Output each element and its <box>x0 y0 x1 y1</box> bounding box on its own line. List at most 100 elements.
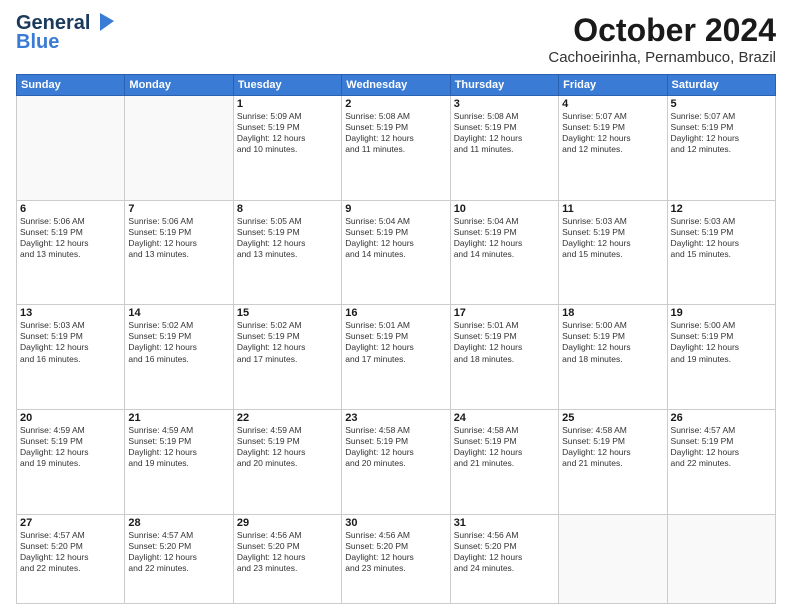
day-number: 31 <box>454 517 555 529</box>
day-number: 29 <box>237 517 338 529</box>
day-detail: Sunrise: 5:07 AM Sunset: 5:19 PM Dayligh… <box>671 111 772 155</box>
day-header-thursday: Thursday <box>450 75 558 96</box>
calendar-week-1: 1Sunrise: 5:09 AM Sunset: 5:19 PM Daylig… <box>17 96 776 201</box>
day-detail: Sunrise: 4:56 AM Sunset: 5:20 PM Dayligh… <box>454 530 555 574</box>
day-number: 7 <box>128 203 229 215</box>
day-detail: Sunrise: 4:56 AM Sunset: 5:20 PM Dayligh… <box>237 530 338 574</box>
calendar-cell: 11Sunrise: 5:03 AM Sunset: 5:19 PM Dayli… <box>559 200 667 305</box>
day-detail: Sunrise: 5:04 AM Sunset: 5:19 PM Dayligh… <box>454 216 555 260</box>
day-detail: Sunrise: 4:58 AM Sunset: 5:19 PM Dayligh… <box>562 425 663 469</box>
calendar-table: SundayMondayTuesdayWednesdayThursdayFrid… <box>16 74 776 604</box>
calendar-cell: 21Sunrise: 4:59 AM Sunset: 5:19 PM Dayli… <box>125 410 233 515</box>
day-detail: Sunrise: 4:58 AM Sunset: 5:19 PM Dayligh… <box>454 425 555 469</box>
day-number: 12 <box>671 203 772 215</box>
day-number: 3 <box>454 98 555 110</box>
day-detail: Sunrise: 5:07 AM Sunset: 5:19 PM Dayligh… <box>562 111 663 155</box>
day-detail: Sunrise: 4:59 AM Sunset: 5:19 PM Dayligh… <box>237 425 338 469</box>
calendar-cell <box>667 514 775 603</box>
day-number: 9 <box>345 203 446 215</box>
day-detail: Sunrise: 5:09 AM Sunset: 5:19 PM Dayligh… <box>237 111 338 155</box>
day-number: 14 <box>128 307 229 319</box>
calendar-cell: 14Sunrise: 5:02 AM Sunset: 5:19 PM Dayli… <box>125 305 233 410</box>
day-number: 23 <box>345 412 446 424</box>
calendar-week-2: 6Sunrise: 5:06 AM Sunset: 5:19 PM Daylig… <box>17 200 776 305</box>
day-number: 20 <box>20 412 121 424</box>
day-detail: Sunrise: 5:00 AM Sunset: 5:19 PM Dayligh… <box>671 320 772 364</box>
day-number: 19 <box>671 307 772 319</box>
day-detail: Sunrise: 5:06 AM Sunset: 5:19 PM Dayligh… <box>128 216 229 260</box>
calendar-title: October 2024 <box>548 12 776 49</box>
calendar-cell: 7Sunrise: 5:06 AM Sunset: 5:19 PM Daylig… <box>125 200 233 305</box>
day-detail: Sunrise: 5:02 AM Sunset: 5:19 PM Dayligh… <box>128 320 229 364</box>
day-detail: Sunrise: 4:57 AM Sunset: 5:20 PM Dayligh… <box>20 530 121 574</box>
calendar-week-5: 27Sunrise: 4:57 AM Sunset: 5:20 PM Dayli… <box>17 514 776 603</box>
day-header-tuesday: Tuesday <box>233 75 341 96</box>
calendar-cell: 16Sunrise: 5:01 AM Sunset: 5:19 PM Dayli… <box>342 305 450 410</box>
day-detail: Sunrise: 5:01 AM Sunset: 5:19 PM Dayligh… <box>345 320 446 364</box>
calendar-cell: 24Sunrise: 4:58 AM Sunset: 5:19 PM Dayli… <box>450 410 558 515</box>
day-detail: Sunrise: 5:00 AM Sunset: 5:19 PM Dayligh… <box>562 320 663 364</box>
calendar-cell: 8Sunrise: 5:05 AM Sunset: 5:19 PM Daylig… <box>233 200 341 305</box>
day-number: 27 <box>20 517 121 529</box>
day-number: 17 <box>454 307 555 319</box>
day-number: 18 <box>562 307 663 319</box>
calendar-cell: 22Sunrise: 4:59 AM Sunset: 5:19 PM Dayli… <box>233 410 341 515</box>
day-detail: Sunrise: 5:01 AM Sunset: 5:19 PM Dayligh… <box>454 320 555 364</box>
day-detail: Sunrise: 5:08 AM Sunset: 5:19 PM Dayligh… <box>454 111 555 155</box>
calendar-cell: 6Sunrise: 5:06 AM Sunset: 5:19 PM Daylig… <box>17 200 125 305</box>
calendar-cell: 23Sunrise: 4:58 AM Sunset: 5:19 PM Dayli… <box>342 410 450 515</box>
day-number: 21 <box>128 412 229 424</box>
calendar-cell: 3Sunrise: 5:08 AM Sunset: 5:19 PM Daylig… <box>450 96 558 201</box>
calendar-cell: 30Sunrise: 4:56 AM Sunset: 5:20 PM Dayli… <box>342 514 450 603</box>
calendar-cell: 2Sunrise: 5:08 AM Sunset: 5:19 PM Daylig… <box>342 96 450 201</box>
logo: General Blue <box>16 12 114 54</box>
calendar-cell: 28Sunrise: 4:57 AM Sunset: 5:20 PM Dayli… <box>125 514 233 603</box>
calendar-cell: 29Sunrise: 4:56 AM Sunset: 5:20 PM Dayli… <box>233 514 341 603</box>
calendar-cell <box>125 96 233 201</box>
day-detail: Sunrise: 4:57 AM Sunset: 5:19 PM Dayligh… <box>671 425 772 469</box>
day-number: 28 <box>128 517 229 529</box>
day-header-monday: Monday <box>125 75 233 96</box>
day-number: 13 <box>20 307 121 319</box>
calendar-cell: 19Sunrise: 5:00 AM Sunset: 5:19 PM Dayli… <box>667 305 775 410</box>
day-number: 11 <box>562 203 663 215</box>
day-detail: Sunrise: 4:56 AM Sunset: 5:20 PM Dayligh… <box>345 530 446 574</box>
logo-blue: Blue <box>16 31 59 54</box>
header: General Blue October 2024 Cachoeirinha, … <box>16 12 776 66</box>
day-number: 25 <box>562 412 663 424</box>
calendar-cell: 13Sunrise: 5:03 AM Sunset: 5:19 PM Dayli… <box>17 305 125 410</box>
calendar-cell <box>17 96 125 201</box>
day-number: 22 <box>237 412 338 424</box>
calendar-cell: 31Sunrise: 4:56 AM Sunset: 5:20 PM Dayli… <box>450 514 558 603</box>
day-header-sunday: Sunday <box>17 75 125 96</box>
day-number: 10 <box>454 203 555 215</box>
calendar-cell: 10Sunrise: 5:04 AM Sunset: 5:19 PM Dayli… <box>450 200 558 305</box>
calendar-cell: 17Sunrise: 5:01 AM Sunset: 5:19 PM Dayli… <box>450 305 558 410</box>
day-detail: Sunrise: 4:59 AM Sunset: 5:19 PM Dayligh… <box>128 425 229 469</box>
day-detail: Sunrise: 4:58 AM Sunset: 5:19 PM Dayligh… <box>345 425 446 469</box>
title-block: October 2024 Cachoeirinha, Pernambuco, B… <box>548 12 776 66</box>
calendar-cell <box>559 514 667 603</box>
day-detail: Sunrise: 5:03 AM Sunset: 5:19 PM Dayligh… <box>671 216 772 260</box>
day-detail: Sunrise: 4:57 AM Sunset: 5:20 PM Dayligh… <box>128 530 229 574</box>
page: General Blue October 2024 Cachoeirinha, … <box>0 0 792 612</box>
calendar-cell: 4Sunrise: 5:07 AM Sunset: 5:19 PM Daylig… <box>559 96 667 201</box>
day-detail: Sunrise: 5:02 AM Sunset: 5:19 PM Dayligh… <box>237 320 338 364</box>
day-number: 8 <box>237 203 338 215</box>
day-detail: Sunrise: 5:06 AM Sunset: 5:19 PM Dayligh… <box>20 216 121 260</box>
day-number: 5 <box>671 98 772 110</box>
calendar-cell: 9Sunrise: 5:04 AM Sunset: 5:19 PM Daylig… <box>342 200 450 305</box>
calendar-header-row: SundayMondayTuesdayWednesdayThursdayFrid… <box>17 75 776 96</box>
day-number: 4 <box>562 98 663 110</box>
calendar-cell: 25Sunrise: 4:58 AM Sunset: 5:19 PM Dayli… <box>559 410 667 515</box>
day-number: 15 <box>237 307 338 319</box>
calendar-cell: 26Sunrise: 4:57 AM Sunset: 5:19 PM Dayli… <box>667 410 775 515</box>
day-number: 24 <box>454 412 555 424</box>
calendar-cell: 12Sunrise: 5:03 AM Sunset: 5:19 PM Dayli… <box>667 200 775 305</box>
calendar-cell: 5Sunrise: 5:07 AM Sunset: 5:19 PM Daylig… <box>667 96 775 201</box>
calendar-week-4: 20 Sunrise: 4:59 AM Sunset: 5:19 PM Dayli… <box>17 410 776 515</box>
day-detail: Sunrise: 5:03 AM Sunset: 5:19 PM Dayligh… <box>20 320 121 364</box>
calendar-subtitle: Cachoeirinha, Pernambuco, Brazil <box>548 49 776 66</box>
day-number: 16 <box>345 307 446 319</box>
day-number: 6 <box>20 203 121 215</box>
